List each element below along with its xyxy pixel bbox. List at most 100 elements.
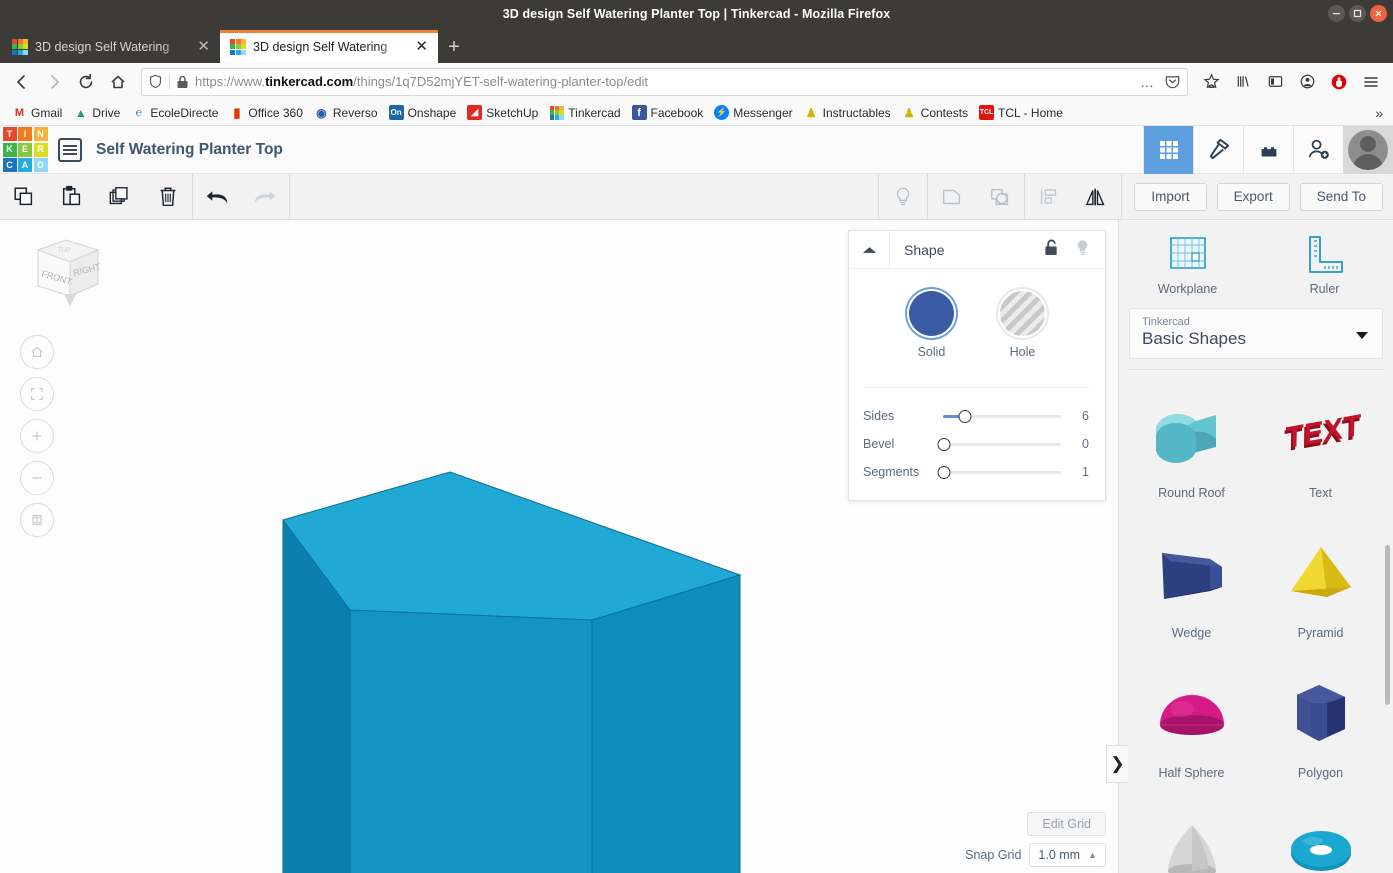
hole-mode[interactable]: Hole <box>1000 291 1045 359</box>
reload-icon[interactable] <box>71 67 101 97</box>
page-actions-icon[interactable]: … <box>1137 74 1158 90</box>
fit-to-view-button[interactable] <box>20 377 54 411</box>
url-bar[interactable]: https://www.tinkercad.com/things/1q7D52m… <box>141 68 1188 96</box>
instructables-icon: ♟ <box>804 105 819 120</box>
codeblocks-hammer-icon[interactable] <box>1193 126 1243 174</box>
browser-tab-2-close-icon[interactable]: ✕ <box>413 39 430 54</box>
workplane-tool[interactable]: Workplane <box>1119 220 1256 308</box>
edit-grid-button[interactable]: Edit Grid <box>1027 812 1106 836</box>
unlock-icon[interactable] <box>1043 238 1060 262</box>
bookmark-item[interactable]: ♟Instructables <box>800 103 895 122</box>
account-icon[interactable] <box>1292 67 1322 97</box>
copy-icon[interactable] <box>0 174 48 220</box>
window-maximize-button[interactable] <box>1349 5 1366 22</box>
browser-tab-2[interactable]: 3D design Self Watering ✕ <box>220 30 438 63</box>
blocks-grid-icon[interactable] <box>1143 126 1193 174</box>
padlock-icon[interactable] <box>176 75 189 89</box>
bookmark-label: Facebook <box>651 106 704 120</box>
solid-swatch[interactable] <box>909 291 954 336</box>
bookmark-item[interactable]: OnOnshape <box>385 103 461 122</box>
bookmark-item[interactable]: ♟Contests <box>898 103 972 122</box>
wedge-art <box>1144 528 1240 620</box>
bookmark-item[interactable]: fFacebook <box>628 103 708 122</box>
sidebar-icon[interactable] <box>1260 67 1290 97</box>
sides-slider[interactable] <box>943 415 1061 418</box>
shape-pyramid[interactable]: Pyramid <box>1256 518 1385 658</box>
snap-grid-select[interactable]: 1.0 mm ▲ <box>1029 843 1106 867</box>
new-tab-button[interactable]: + <box>438 30 470 63</box>
zoom-out-button[interactable] <box>20 461 54 495</box>
bookmark-item[interactable]: ⚡Messenger <box>710 103 796 122</box>
shape-round-roof[interactable]: Round Roof <box>1127 378 1256 518</box>
bookmark-item[interactable]: ▲Drive <box>69 103 124 122</box>
duplicate-icon[interactable] <box>96 174 144 220</box>
bricks-icon[interactable] <box>1243 126 1293 174</box>
shield-icon[interactable] <box>148 74 163 89</box>
window-minimize-button[interactable] <box>1328 5 1345 22</box>
bookmark-item[interactable]: ▮Office 360 <box>225 103 306 122</box>
lightbulb-icon[interactable] <box>1074 238 1091 262</box>
sides-slider-value: 6 <box>1073 409 1089 423</box>
tinkercad-logo[interactable]: TINKERCAD <box>0 126 50 174</box>
home-view-button[interactable] <box>20 335 54 369</box>
chevron-up-icon[interactable] <box>849 231 890 269</box>
undo-icon[interactable] <box>193 174 241 220</box>
segments-slider[interactable] <box>943 471 1061 474</box>
browser-tab-1-close-icon[interactable]: ✕ <box>195 39 212 54</box>
shape-half-sphere[interactable]: Half Sphere <box>1127 658 1256 798</box>
hamburger-menu-icon[interactable] <box>1356 67 1386 97</box>
bookmark-item[interactable]: TCLTCL - Home <box>975 103 1067 122</box>
delete-trash-icon[interactable] <box>144 174 192 220</box>
view-cube[interactable]: FRONT RIGHT TOP <box>18 232 110 312</box>
bookmark-item[interactable]: ◉Reverso <box>310 103 382 122</box>
bookmark-star-icon[interactable] <box>1196 67 1226 97</box>
chevron-down-icon[interactable] <box>1356 332 1368 339</box>
browser-tab-1[interactable]: 3D design Self Watering ✕ <box>2 30 220 63</box>
align-icon <box>1025 174 1073 220</box>
solid-mode-label: Solid <box>918 345 946 359</box>
avatar[interactable] <box>1343 126 1393 174</box>
flat-view-button[interactable] <box>20 503 54 537</box>
bookmark-item[interactable]: ℮EcoleDirecte <box>127 103 222 122</box>
shape-paraboloid[interactable]: Paraboloid <box>1127 798 1256 873</box>
shapes-panel-scrollbar[interactable] <box>1385 545 1390 705</box>
shape-category-select[interactable]: Tinkercad Basic Shapes <box>1129 308 1383 359</box>
bookmark-label: Gmail <box>31 106 62 120</box>
bookmark-item[interactable]: ◢SketchUp <box>463 103 542 122</box>
window-close-button[interactable] <box>1370 5 1387 22</box>
bookmark-label: EcoleDirecte <box>150 106 218 120</box>
sketchup-icon: ◢ <box>467 105 482 120</box>
adblock-icon[interactable] <box>1324 67 1354 97</box>
shape-wedge[interactable]: Wedge <box>1127 518 1256 658</box>
bookmarks-overflow-icon[interactable]: » <box>1375 105 1385 121</box>
bookmark-item[interactable]: Tinkercad <box>545 103 624 122</box>
invite-person-icon[interactable] <box>1293 126 1343 174</box>
project-list-icon[interactable] <box>58 138 82 162</box>
panel-collapse-button[interactable]: ❯ <box>1106 745 1128 783</box>
hexagonal-prism-object[interactable] <box>283 472 740 873</box>
logo-tile-n: N <box>34 127 48 141</box>
bevel-slider[interactable] <box>943 443 1061 446</box>
url-path: /things/1q7D52mjYET-self-watering-plante… <box>353 74 648 89</box>
solid-mode[interactable]: Solid <box>909 291 954 359</box>
paste-icon[interactable] <box>48 174 96 220</box>
export-button[interactable]: Export <box>1217 183 1290 211</box>
shape-text[interactable]: TEXT TEXT Text <box>1256 378 1385 518</box>
shape-torus[interactable]: Torus <box>1256 798 1385 873</box>
ruler-tool-label: Ruler <box>1310 282 1340 296</box>
forward-arrow-icon[interactable] <box>39 67 69 97</box>
view-cube-top-label: TOP <box>58 248 70 254</box>
library-icon[interactable] <box>1228 67 1258 97</box>
pocket-icon[interactable] <box>1164 73 1181 90</box>
ruler-tool[interactable]: Ruler <box>1256 220 1393 308</box>
back-arrow-icon[interactable] <box>7 67 37 97</box>
send-to-button[interactable]: Send To <box>1300 183 1383 211</box>
bookmark-item[interactable]: MGmail <box>8 103 66 122</box>
logo-tile-d: D <box>34 158 48 172</box>
zoom-in-button[interactable] <box>20 419 54 453</box>
mirror-icon[interactable] <box>1073 174 1121 220</box>
hole-swatch[interactable] <box>1000 291 1045 336</box>
import-button[interactable]: Import <box>1134 183 1206 211</box>
shape-polygon[interactable]: Polygon <box>1256 658 1385 798</box>
home-icon[interactable] <box>103 67 133 97</box>
